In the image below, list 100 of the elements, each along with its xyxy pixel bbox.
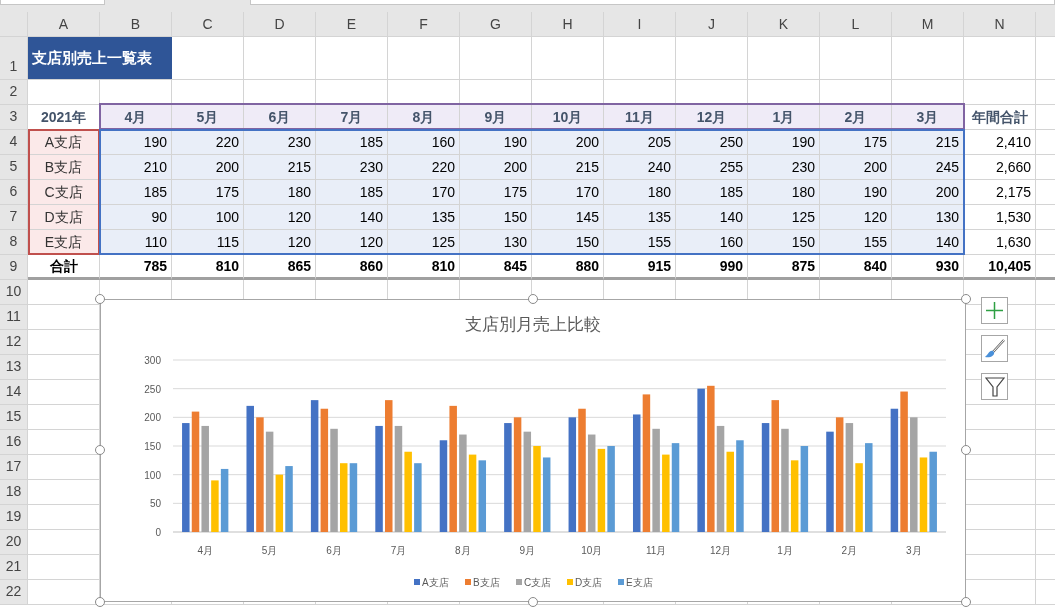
plus-icon [985, 301, 1004, 320]
chart-title: 支店別月売上比較 [465, 315, 601, 334]
table-cell-text: 155 [863, 232, 887, 252]
column-header[interactable]: K [778, 13, 789, 35]
month-header: 10月 [552, 107, 583, 127]
table-cell-text: 130 [935, 207, 959, 227]
legend-label: D支店 [575, 577, 603, 588]
table-cell-text: 200 [575, 132, 599, 152]
column-header[interactable]: H [562, 13, 573, 35]
table-cell-text: 100 [215, 207, 239, 227]
table-cell-text: 135 [431, 207, 455, 227]
table-cell-text: 125 [791, 207, 815, 227]
axis-category-label: 2月 [841, 545, 858, 556]
month-header: 5月 [196, 107, 219, 127]
table-cell-text: 150 [575, 232, 599, 252]
table-cell-text: 200 [215, 157, 239, 177]
table-cell-text: 205 [647, 132, 671, 152]
axis-tick-label: 50 [149, 498, 161, 510]
table-cell-text: 120 [287, 207, 311, 227]
month-header: 9月 [484, 107, 507, 127]
axis-category-label: 9月 [519, 545, 536, 556]
table-cell-text: 125 [431, 232, 455, 252]
month-header: 2月 [844, 107, 867, 127]
formula-input[interactable] [250, 0, 1055, 5]
axis-tick-label: 100 [144, 469, 161, 481]
column-header[interactable]: D [274, 13, 285, 35]
table-cell-text: 170 [575, 182, 599, 202]
total-header: 年間合計 [971, 107, 1028, 127]
paintbrush-icon [983, 337, 1006, 360]
month-header: 6月 [268, 107, 291, 127]
table-cell-text: 245 [935, 157, 959, 177]
column-header[interactable]: C [202, 13, 213, 35]
table-cell-text: 190 [503, 132, 527, 152]
month-header: 8月 [412, 107, 435, 127]
axis-tick-label: 0 [155, 527, 161, 538]
table-cell-text: 90 [151, 207, 167, 227]
table-cell-text: 990 [719, 256, 743, 276]
column-header[interactable]: I [637, 13, 642, 35]
month-header: 3月 [916, 107, 939, 127]
chart-styles-button[interactable] [981, 335, 1008, 362]
column-header[interactable]: J [708, 13, 715, 35]
column-header[interactable]: L [851, 13, 860, 35]
axis-category-label: 3月 [906, 545, 922, 556]
total-cell-text: 2,660 [995, 157, 1031, 177]
table-cell-text: 175 [863, 132, 887, 152]
table-cell-text: 185 [719, 182, 743, 202]
resize-handle[interactable] [528, 294, 538, 304]
resize-handle[interactable] [961, 294, 971, 304]
branch-cell-text: E支店 [44, 232, 83, 252]
axis-category-label: 6月 [326, 545, 342, 556]
chart-elements-button[interactable] [981, 297, 1008, 324]
table-cell-text: 185 [359, 132, 383, 152]
name-box[interactable] [0, 0, 105, 5]
column-header[interactable]: N [994, 13, 1005, 35]
table-cell-text: 175 [503, 182, 527, 202]
table-cell-text: 110 [144, 232, 167, 252]
resize-handle[interactable] [961, 597, 971, 607]
column-header[interactable]: B [130, 13, 141, 35]
total-label: 合計 [49, 256, 78, 276]
axis-category-label: 5月 [261, 545, 278, 556]
table-cell-text: 150 [791, 232, 815, 252]
resize-handle[interactable] [528, 597, 538, 607]
month-header: 11月 [625, 107, 654, 127]
column-header[interactable]: G [490, 13, 501, 35]
clustered-column-chart[interactable]: 支店別月売上比較 0 50 100 150 200 250 300 4月 5月 6月 7月 8月 9月 10月 11月 12月 1月 2月 3月 A支店 B支店 C支店 D支店 E支店 [100, 299, 966, 602]
table-cell-text: 190 [143, 132, 167, 152]
table-cell-text: 865 [287, 256, 311, 276]
table-cell-text: 240 [647, 157, 671, 177]
resize-handle[interactable] [961, 445, 971, 455]
column-header[interactable]: M [921, 13, 934, 35]
resize-handle[interactable] [95, 294, 105, 304]
table-cell-text: 160 [719, 232, 743, 252]
chart-filters-button[interactable] [981, 373, 1008, 400]
table-cell-text: 180 [647, 182, 671, 202]
table-cell-text: 230 [359, 157, 383, 177]
axis-category-label: 8月 [455, 545, 471, 556]
resize-handle[interactable] [95, 445, 105, 455]
total-cell-text: 1,530 [995, 207, 1031, 227]
table-cell-text: 145 [575, 207, 599, 227]
table-cell-text: 200 [863, 157, 887, 177]
axis-tick-label: 200 [144, 412, 161, 424]
table-cell-text: 160 [431, 132, 455, 152]
table-cell-text: 185 [359, 182, 383, 202]
column-header[interactable]: F [419, 13, 428, 35]
resize-handle[interactable] [95, 597, 105, 607]
column-header[interactable]: A [58, 13, 69, 35]
month-header: 12月 [696, 107, 727, 127]
column-header[interactable]: E [346, 13, 357, 35]
table-cell-text: 220 [215, 132, 239, 152]
table-cell-text: 140 [719, 207, 743, 227]
table-cell-text: 875 [791, 256, 815, 276]
sheet-title: 支店別売上一覧表 [32, 47, 152, 68]
legend-label: A支店 [422, 577, 449, 588]
funnel-icon [984, 375, 1005, 398]
table-cell-text: 230 [791, 157, 815, 177]
row-header[interactable]: 1 [9, 56, 18, 77]
axis-category-label: 1月 [777, 545, 793, 556]
table-cell-text: 200 [935, 182, 959, 202]
table-cell-text: 135 [647, 207, 671, 227]
axis-category-label: 7月 [390, 545, 407, 556]
